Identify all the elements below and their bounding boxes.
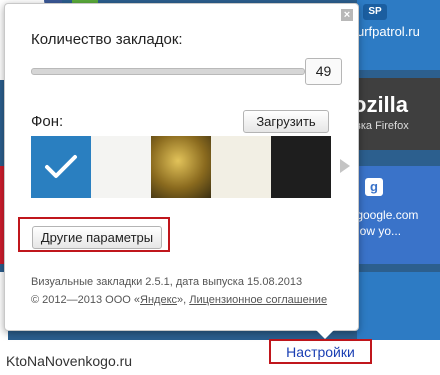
- bookmark-tile-google[interactable]: g .google.com how yo...: [357, 166, 440, 264]
- background-swatch-leaf[interactable]: [151, 136, 211, 198]
- background-swatch-dark[interactable]: [271, 136, 331, 198]
- bookmarks-count-label: Количество закладок:: [31, 31, 183, 48]
- bookmark-tile-bottom-right[interactable]: [357, 272, 440, 340]
- license-link[interactable]: Лицензионное соглашение: [189, 294, 327, 306]
- background-label: Фон:: [31, 113, 64, 130]
- other-params-button[interactable]: Другие параметры: [32, 226, 162, 249]
- settings-link-highlight: Настройки: [269, 339, 372, 364]
- yandex-link[interactable]: Яндекс: [140, 294, 177, 306]
- settings-link[interactable]: Настройки: [271, 341, 370, 363]
- bookmark-tile-mozilla-title: ozilla: [357, 92, 409, 117]
- copyright-prefix: © 2012—2013 ООО «: [31, 294, 141, 306]
- bookmarks-count-slider[interactable]: [31, 68, 305, 75]
- watermark-text: KtoNaNovenkogo.ru: [6, 353, 133, 369]
- bookmark-tile-surfpatrol[interactable]: SP urfpatrol.ru: [357, 0, 440, 70]
- bookmark-tile-surfpatrol-text: urfpatrol.ru: [357, 24, 420, 39]
- bookmark-tile-google-caption: how yo...: [357, 224, 402, 238]
- background-swatch-cream[interactable]: [211, 136, 271, 198]
- bookmark-tile-mozilla-subtitle: вка Firefox: [357, 120, 409, 132]
- next-backgrounds-arrow-icon[interactable]: [340, 159, 350, 173]
- close-icon[interactable]: ×: [341, 9, 353, 21]
- bookmarks-count-input[interactable]: 49: [305, 58, 342, 85]
- checkmark-icon: [45, 155, 77, 178]
- popup-pointer: [316, 330, 334, 339]
- google-logo-icon: g: [365, 178, 383, 196]
- upload-button[interactable]: Загрузить: [243, 110, 329, 133]
- background-swatch-white[interactable]: [91, 136, 151, 198]
- bookmark-tile-google-url: .google.com: [357, 208, 419, 222]
- background-swatch-selected[interactable]: [31, 136, 91, 198]
- version-text: Визуальные закладки 2.5.1, дата выпуска …: [31, 276, 303, 288]
- copyright-mid: »,: [177, 294, 190, 306]
- bookmark-tile-mozilla[interactable]: ozilla вка Firefox: [357, 78, 440, 150]
- surfpatrol-logo-icon: SP: [363, 4, 387, 20]
- copyright-text: © 2012—2013 ООО «Яндекс», Лицензионное с…: [31, 294, 327, 306]
